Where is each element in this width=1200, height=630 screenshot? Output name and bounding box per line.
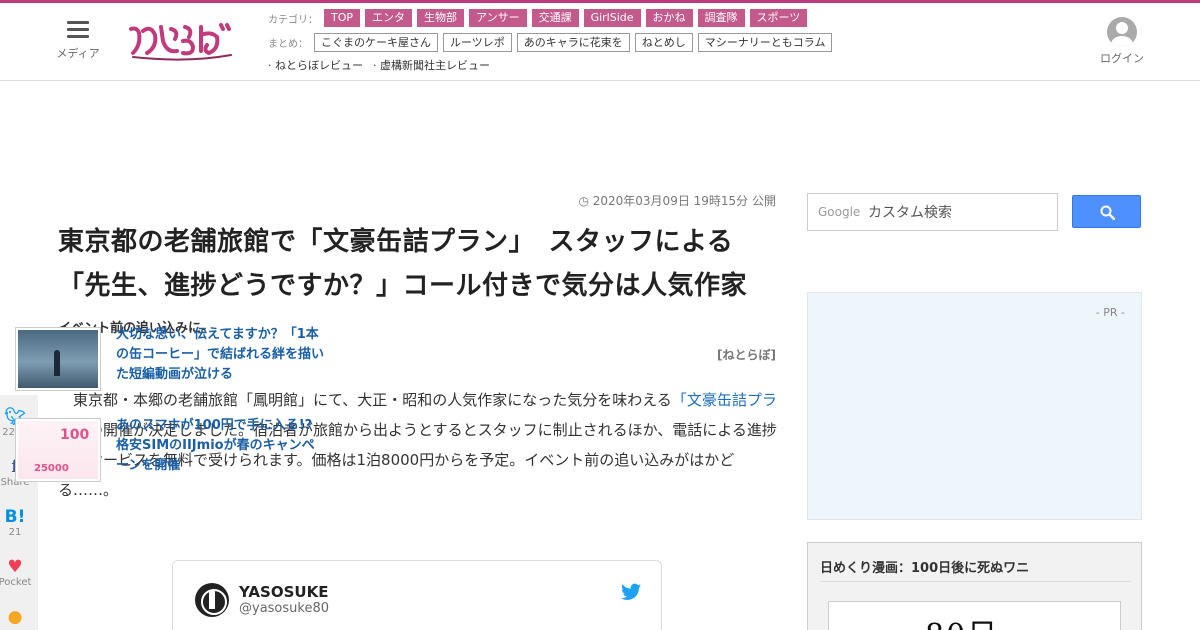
search-button[interactable]: [1072, 195, 1141, 228]
google-brand-label: Google: [818, 205, 861, 219]
article-title-line2: 「先生、進捗どうですか？」コール付きで気分は人気作家: [58, 271, 748, 301]
media-menu-button[interactable]: メディア: [54, 21, 102, 61]
review-link-kyoko[interactable]: · 虚構新聞社主レビュー: [373, 57, 490, 73]
category-tab-answer[interactable]: アンサー: [469, 9, 527, 27]
clock-icon: ◷: [578, 194, 589, 208]
pr-box: - PR -: [807, 292, 1142, 520]
category-label: カテゴリ：: [268, 14, 318, 26]
manga-day-count: 80日: [925, 610, 999, 630]
category-tab-sports[interactable]: スポーツ: [749, 9, 808, 27]
summary-link-roots[interactable]: ルーツレポ: [443, 33, 512, 52]
pr-thumbnail[interactable]: [15, 418, 101, 482]
hamburger-icon: [67, 21, 89, 39]
summary-nav: まとめ： こぐまのケーキ屋さん ルーツレポ あのキャラに花束を ねとめし マシー…: [268, 33, 837, 52]
user-icon: [1107, 17, 1137, 47]
summary-link-netomeshi[interactable]: ねとめし: [634, 33, 693, 52]
manga-widget-title[interactable]: 日めくり漫画：100日後に死ぬワニ: [820, 557, 1029, 576]
search-input[interactable]: [868, 202, 1048, 224]
pr-item-title[interactable]: あのスマホが100円で手に入る!? 格安SIMのIIJmioが春のキャンペーンを…: [116, 416, 326, 476]
article-title: 東京都の老舗旅館で「文豪缶詰プラン」 スタッフによる 「先生、進捗どうですか？」…: [58, 220, 778, 308]
login-label: ログイン: [1100, 52, 1144, 65]
pr-label: - PR -: [1095, 306, 1125, 319]
category-tab-top[interactable]: TOP: [324, 9, 361, 27]
share-hatena-button[interactable]: B! 21: [0, 507, 38, 539]
hatena-count: 21: [8, 527, 22, 538]
twitter-bird-icon[interactable]: [621, 583, 641, 601]
custom-search-box: Google: [807, 193, 1058, 231]
tweet-avatar[interactable]: [195, 583, 229, 617]
summary-label: まとめ：: [268, 39, 308, 50]
divider: [820, 581, 1131, 582]
manga-widget: 日めくり漫画：100日後に死ぬワニ 80日: [807, 542, 1142, 630]
article-title-line1: 東京都の老舗旅館で「文豪缶詰プラン」 スタッフによる: [58, 227, 734, 257]
summary-link-koguma[interactable]: こぐまのケーキ屋さん: [314, 33, 438, 52]
login-button[interactable]: ログイン: [1098, 17, 1146, 66]
publish-date-text: 2020年03月09日 19時15分 公開: [592, 194, 776, 208]
review-nav: · ねとらぼレビュー · 虚構新聞社主レビュー: [268, 57, 500, 73]
pr-thumbnail[interactable]: [15, 327, 101, 391]
media-menu-label: メディア: [56, 47, 100, 60]
pocket-label: Pocket: [0, 577, 32, 588]
review-link-nlab[interactable]: · ねとらぼレビュー: [268, 57, 363, 73]
category-nav: カテゴリ： TOP エンタ 生物部 アンサー 交通課 GirlSide おかね …: [268, 9, 812, 27]
article-body-text-1: 東京都・本郷の老舗旅館「鳳明館」にて、大正・昭和の人気作家になった気分を味わえる: [58, 391, 672, 409]
site-header: メディア カテゴリ： TOP エンタ 生物部 アンサー 交通課 GirlSide…: [0, 3, 1200, 81]
summary-link-machinery[interactable]: マシーナリーともコラム: [697, 33, 833, 52]
chat-bubble-icon: ●: [7, 607, 23, 627]
category-tab-enta[interactable]: エンタ: [365, 9, 413, 27]
manga-card[interactable]: 80日: [828, 601, 1121, 630]
search-icon: [1100, 205, 1115, 220]
article-source: [ねとらぼ]: [717, 348, 776, 362]
pocket-icon: ♥: [7, 557, 23, 577]
nlab-logo[interactable]: [127, 17, 239, 63]
share-pocket-button[interactable]: ♥ Pocket: [0, 557, 38, 589]
category-tab-traffic[interactable]: 交通課: [531, 9, 579, 27]
publish-date: ◷ 2020年03月09日 19時15分 公開: [578, 192, 776, 209]
category-tab-biology[interactable]: 生物部: [417, 9, 465, 27]
share-line-button[interactable]: ●: [0, 607, 38, 627]
category-tab-research[interactable]: 調査隊: [697, 9, 745, 27]
embedded-tweet[interactable]: YASOSUKE @yasosuke80: [172, 560, 662, 630]
pr-item-title[interactable]: 大切な思い、伝えてますか？「1本の缶コーヒー」で結ばれる絆を描いた短編動画が泣け…: [116, 325, 326, 385]
summary-link-hanataba[interactable]: あのキャラに花束を: [516, 33, 630, 52]
tweet-author-handle[interactable]: @yasosuke80: [239, 601, 329, 616]
category-tab-money[interactable]: おかね: [645, 9, 693, 27]
tweet-author-name[interactable]: YASOSUKE: [239, 583, 328, 601]
hatena-bookmark-icon: B!: [4, 507, 26, 527]
category-tab-girlside[interactable]: GirlSide: [583, 9, 641, 27]
